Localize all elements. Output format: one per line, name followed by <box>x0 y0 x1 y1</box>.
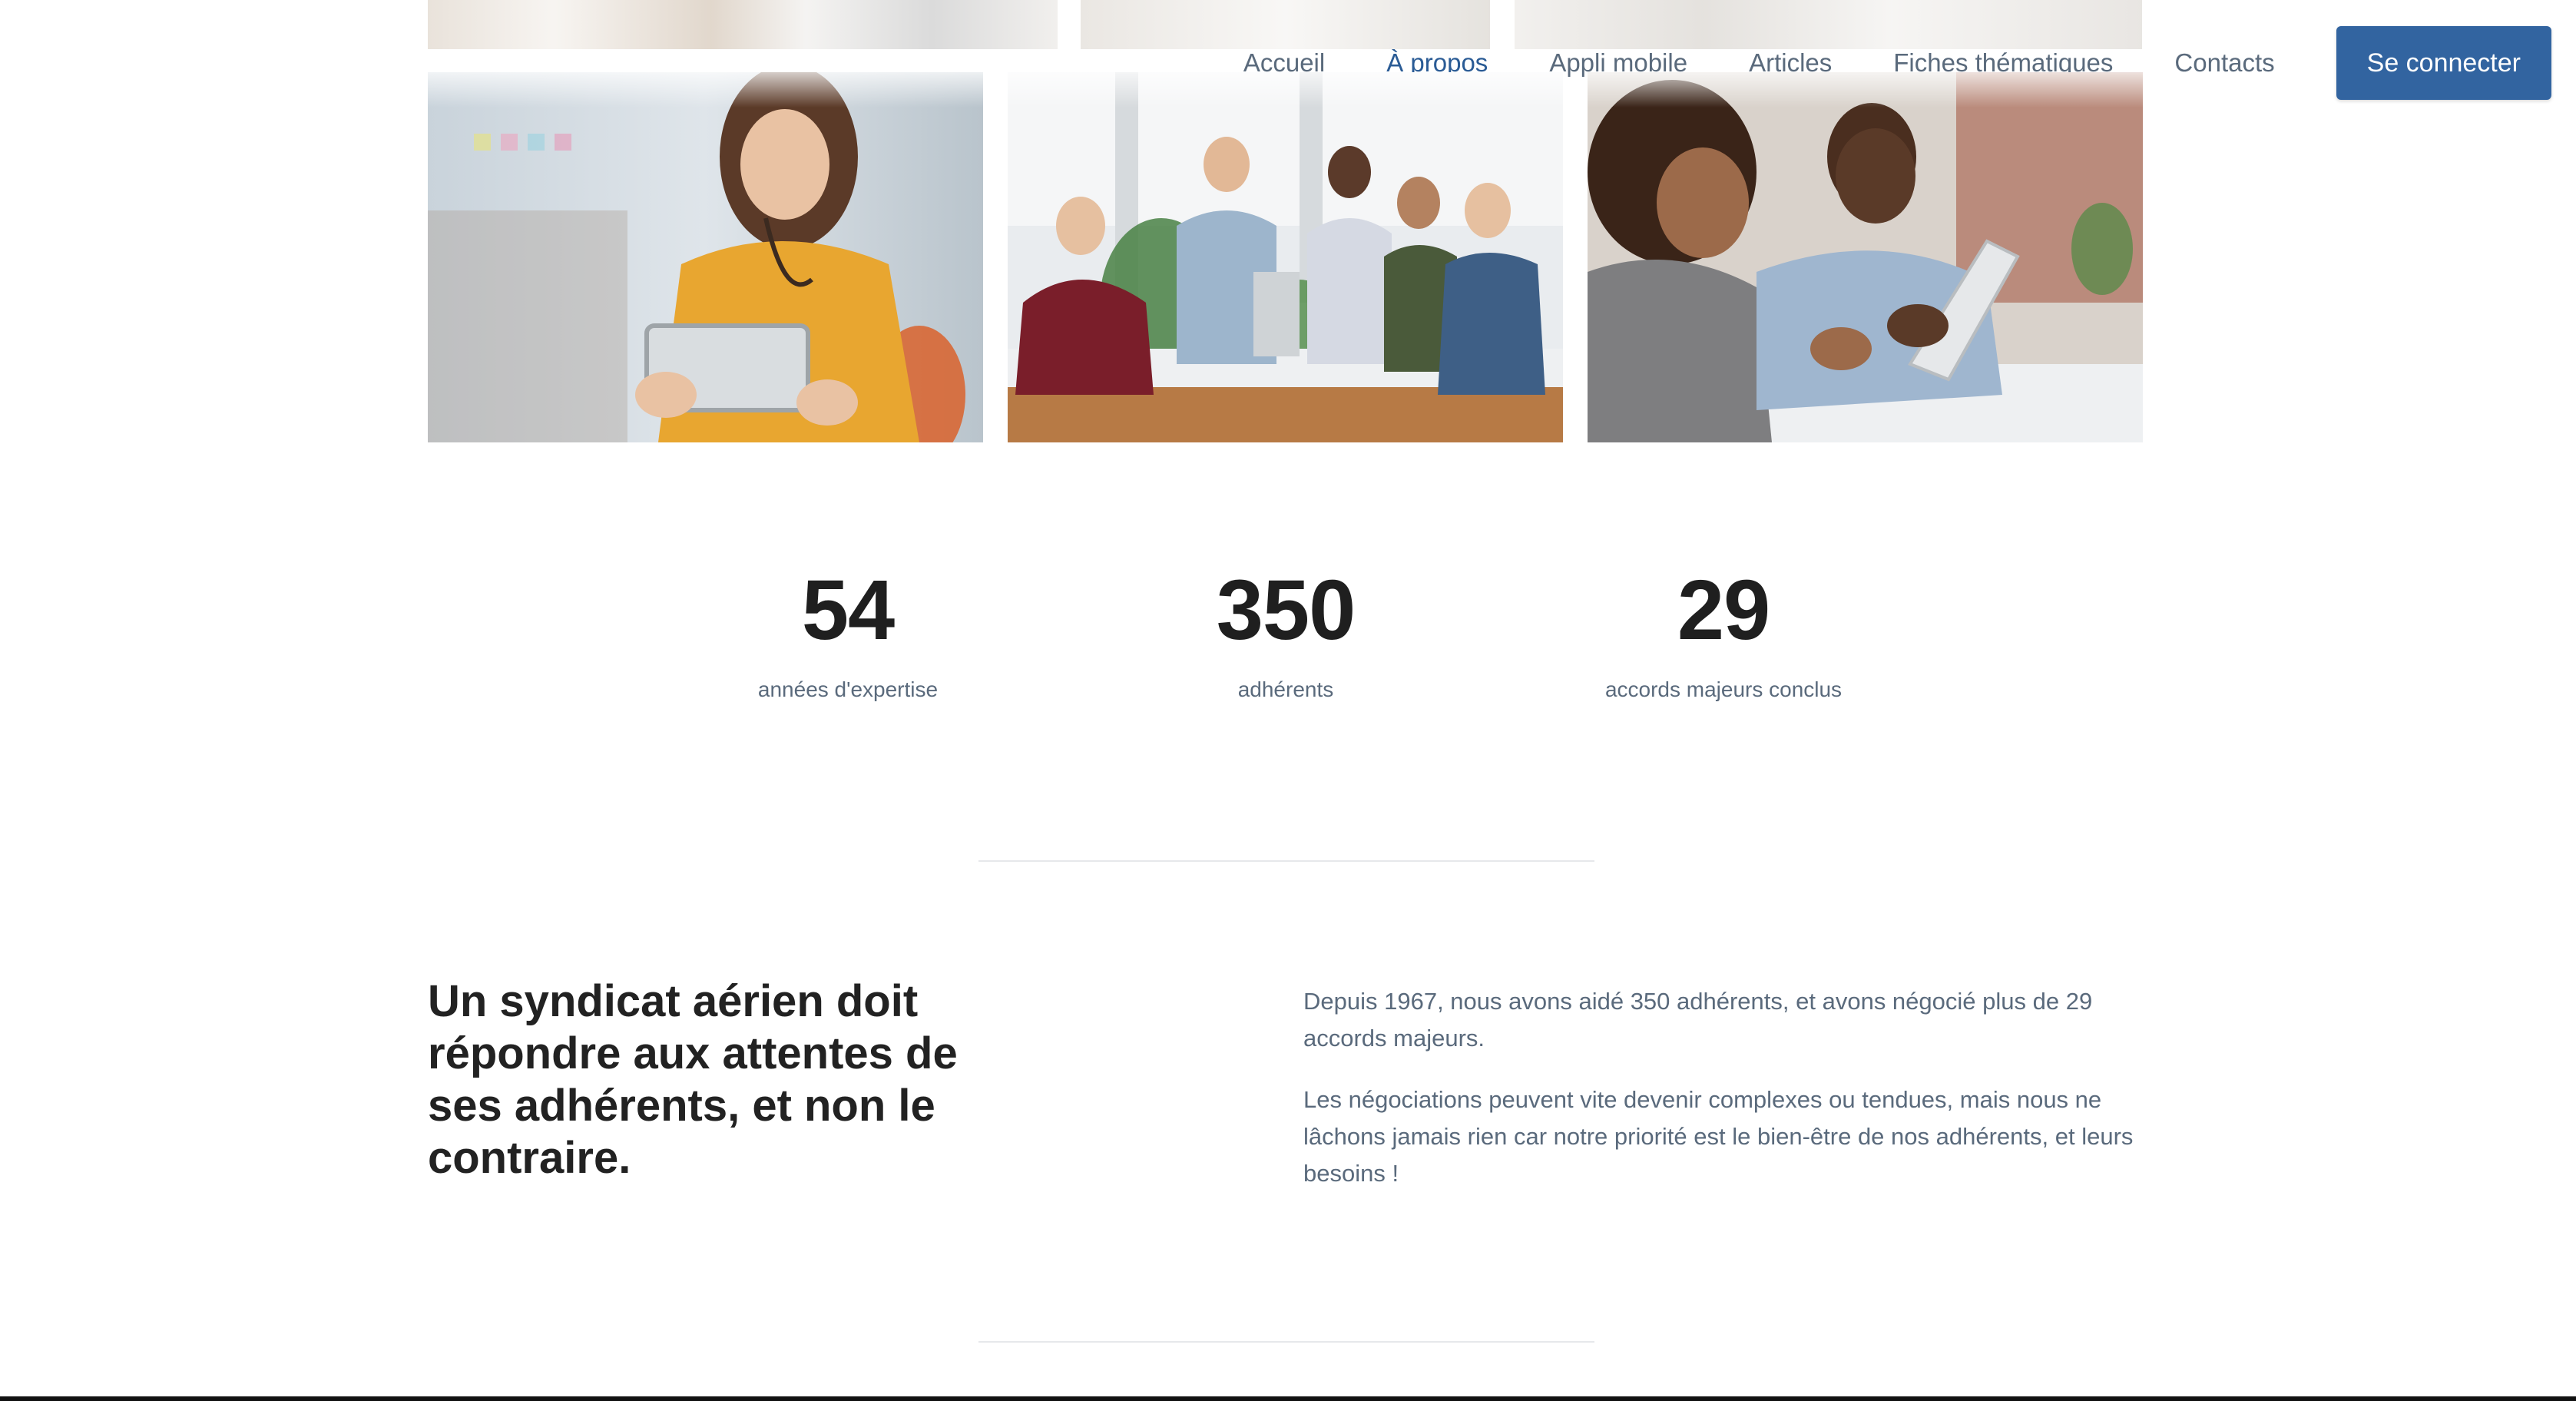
photo-team-office <box>1008 72 1563 442</box>
login-button[interactable]: Se connecter <box>2336 26 2551 100</box>
stat-value: 54 <box>801 563 895 657</box>
stat-label: accords majeurs conclus <box>1604 677 1843 701</box>
about-paragraph: Depuis 1967, nous avons aidé 350 adhéren… <box>1303 988 2093 1052</box>
stat-members: 350 adhérents <box>1094 553 1478 702</box>
stat-label: années d'expertise <box>757 677 939 701</box>
photo-woman-with-tablet <box>428 72 983 442</box>
stat-years: 54 années d'expertise <box>656 553 1040 702</box>
stat-agreements: 29 accords majeurs conclus <box>1531 553 1915 702</box>
section-divider <box>978 860 1594 862</box>
scrolled-image-strip-1 <box>428 0 1058 49</box>
window-bottom-edge <box>0 1396 2576 1401</box>
about-headline: Un syndicat aérien doit répondre aux att… <box>428 976 958 1183</box>
about-paragraph: Les négociations peuvent vite devenir co… <box>1303 1086 2134 1187</box>
page: Accueil À propos Appli mobile Articles F… <box>0 0 2576 1401</box>
nav-item-contacts[interactable]: Contacts <box>2174 48 2274 78</box>
stat-value: 350 <box>1216 563 1356 657</box>
photo-row <box>428 72 2143 442</box>
about-body: Depuis 1967, nous avons aidé 350 adhéren… <box>1303 983 2148 1217</box>
photo-couple-tablet <box>1588 72 2143 442</box>
section-divider <box>978 1341 1594 1343</box>
stat-value: 29 <box>1677 563 1770 657</box>
stat-label: adhérents <box>1237 677 1334 701</box>
